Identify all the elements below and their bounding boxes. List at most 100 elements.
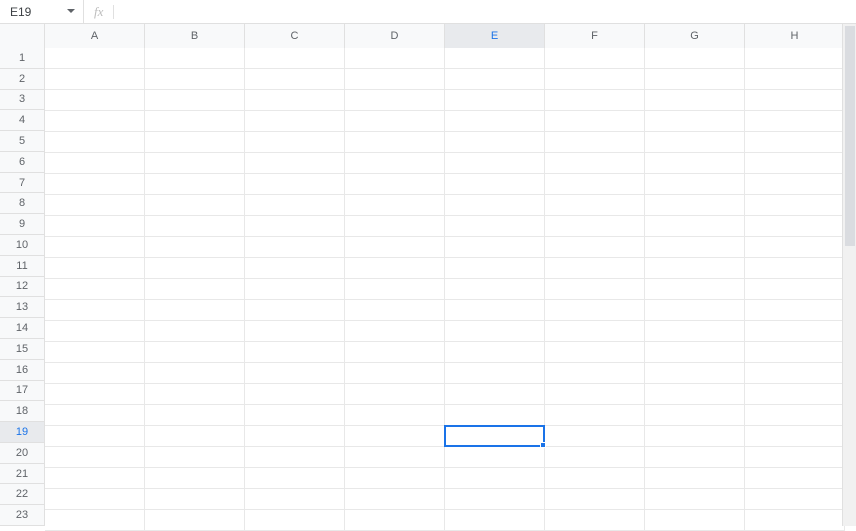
cell-B3[interactable] xyxy=(145,90,245,111)
cell-D14[interactable] xyxy=(345,321,445,342)
cell-A19[interactable] xyxy=(45,426,145,447)
row-header-11[interactable]: 11 xyxy=(0,256,44,277)
column-header-D[interactable]: D xyxy=(345,24,445,48)
cell-A20[interactable] xyxy=(45,447,145,468)
cell-A15[interactable] xyxy=(45,342,145,363)
vertical-scrollbar[interactable] xyxy=(842,24,856,526)
cell-C20[interactable] xyxy=(245,447,345,468)
cell-D1[interactable] xyxy=(345,48,445,69)
cell-G12[interactable] xyxy=(645,279,745,300)
cell-H12[interactable] xyxy=(745,279,845,300)
row-header-20[interactable]: 20 xyxy=(0,443,44,464)
cell-H9[interactable] xyxy=(745,216,845,237)
cell-E15[interactable] xyxy=(445,342,545,363)
cell-F8[interactable] xyxy=(545,195,645,216)
cell-F5[interactable] xyxy=(545,132,645,153)
cell-D22[interactable] xyxy=(345,489,445,510)
column-header-E[interactable]: E xyxy=(445,24,545,48)
cells-area[interactable] xyxy=(45,48,856,526)
cell-C9[interactable] xyxy=(245,216,345,237)
cell-H18[interactable] xyxy=(745,405,845,426)
cell-B12[interactable] xyxy=(145,279,245,300)
cell-D2[interactable] xyxy=(345,69,445,90)
cell-H13[interactable] xyxy=(745,300,845,321)
column-header-F[interactable]: F xyxy=(545,24,645,48)
cell-F16[interactable] xyxy=(545,363,645,384)
cell-C10[interactable] xyxy=(245,237,345,258)
cell-H5[interactable] xyxy=(745,132,845,153)
cell-C3[interactable] xyxy=(245,90,345,111)
cell-H4[interactable] xyxy=(745,111,845,132)
cell-A5[interactable] xyxy=(45,132,145,153)
cell-E22[interactable] xyxy=(445,489,545,510)
cell-G14[interactable] xyxy=(645,321,745,342)
cell-D9[interactable] xyxy=(345,216,445,237)
cell-F6[interactable] xyxy=(545,153,645,174)
cell-D20[interactable] xyxy=(345,447,445,468)
cell-H3[interactable] xyxy=(745,90,845,111)
cell-F13[interactable] xyxy=(545,300,645,321)
cell-B2[interactable] xyxy=(145,69,245,90)
cell-A6[interactable] xyxy=(45,153,145,174)
cell-A11[interactable] xyxy=(45,258,145,279)
cell-C5[interactable] xyxy=(245,132,345,153)
cell-C13[interactable] xyxy=(245,300,345,321)
cell-E3[interactable] xyxy=(445,90,545,111)
cell-E13[interactable] xyxy=(445,300,545,321)
column-header-H[interactable]: H xyxy=(745,24,845,48)
cell-H1[interactable] xyxy=(745,48,845,69)
cell-B13[interactable] xyxy=(145,300,245,321)
cell-G4[interactable] xyxy=(645,111,745,132)
row-header-21[interactable]: 21 xyxy=(0,464,44,485)
cell-A14[interactable] xyxy=(45,321,145,342)
cell-E19[interactable] xyxy=(445,426,545,447)
cell-F3[interactable] xyxy=(545,90,645,111)
cell-B21[interactable] xyxy=(145,468,245,489)
cell-B23[interactable] xyxy=(145,510,245,531)
cell-G20[interactable] xyxy=(645,447,745,468)
row-header-10[interactable]: 10 xyxy=(0,235,44,256)
cell-C21[interactable] xyxy=(245,468,345,489)
cell-D15[interactable] xyxy=(345,342,445,363)
cell-C14[interactable] xyxy=(245,321,345,342)
select-all-corner[interactable] xyxy=(0,24,45,48)
cell-C15[interactable] xyxy=(245,342,345,363)
cell-B5[interactable] xyxy=(145,132,245,153)
cell-H16[interactable] xyxy=(745,363,845,384)
cell-D10[interactable] xyxy=(345,237,445,258)
cell-E6[interactable] xyxy=(445,153,545,174)
cell-G17[interactable] xyxy=(645,384,745,405)
cell-A17[interactable] xyxy=(45,384,145,405)
cell-B8[interactable] xyxy=(145,195,245,216)
cell-C1[interactable] xyxy=(245,48,345,69)
cell-G1[interactable] xyxy=(645,48,745,69)
cell-E2[interactable] xyxy=(445,69,545,90)
cell-B14[interactable] xyxy=(145,321,245,342)
cell-H20[interactable] xyxy=(745,447,845,468)
cell-G7[interactable] xyxy=(645,174,745,195)
cell-B1[interactable] xyxy=(145,48,245,69)
cell-A1[interactable] xyxy=(45,48,145,69)
cell-C11[interactable] xyxy=(245,258,345,279)
cell-C17[interactable] xyxy=(245,384,345,405)
cell-A7[interactable] xyxy=(45,174,145,195)
cell-F18[interactable] xyxy=(545,405,645,426)
cell-F19[interactable] xyxy=(545,426,645,447)
cell-E18[interactable] xyxy=(445,405,545,426)
cell-D23[interactable] xyxy=(345,510,445,531)
cell-H2[interactable] xyxy=(745,69,845,90)
cell-G11[interactable] xyxy=(645,258,745,279)
cell-A21[interactable] xyxy=(45,468,145,489)
cell-D16[interactable] xyxy=(345,363,445,384)
row-header-1[interactable]: 1 xyxy=(0,48,44,69)
cell-H6[interactable] xyxy=(745,153,845,174)
cell-A10[interactable] xyxy=(45,237,145,258)
cell-A12[interactable] xyxy=(45,279,145,300)
cell-B22[interactable] xyxy=(145,489,245,510)
cell-B17[interactable] xyxy=(145,384,245,405)
cell-A2[interactable] xyxy=(45,69,145,90)
cell-E10[interactable] xyxy=(445,237,545,258)
cell-E7[interactable] xyxy=(445,174,545,195)
cell-D21[interactable] xyxy=(345,468,445,489)
cell-F2[interactable] xyxy=(545,69,645,90)
